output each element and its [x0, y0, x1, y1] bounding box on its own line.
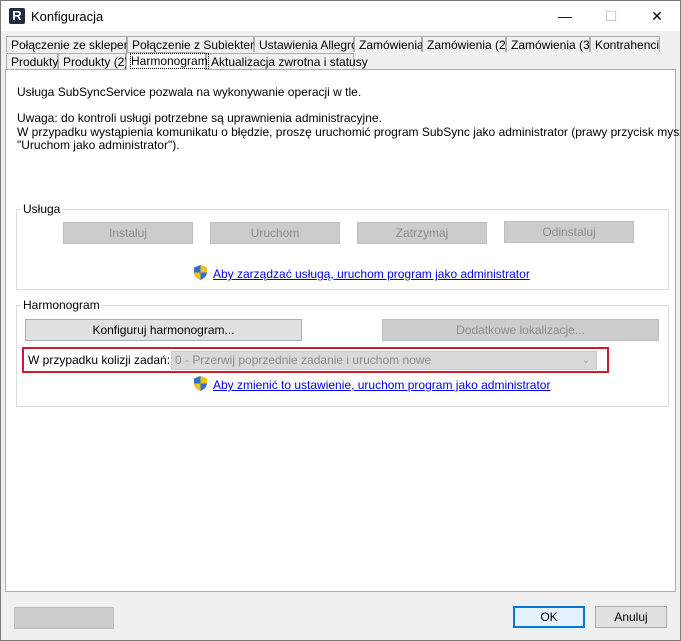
tab-orders[interactable]: Zamówienia — [354, 36, 424, 52]
tab-products-2[interactable]: Produkty (2) — [58, 53, 128, 69]
start-button[interactable]: Uruchom — [210, 222, 340, 244]
info-text-service: Usługa SubSyncService pozwala na wykonyw… — [17, 85, 362, 99]
stop-button[interactable]: Zatrzymaj — [357, 222, 487, 244]
minimize-button[interactable]: — — [542, 1, 588, 31]
tab-contractors[interactable]: Kontrahenci — [590, 36, 660, 52]
schedule-group-label: Harmonogram — [21, 298, 102, 312]
cancel-button[interactable]: Anuluj — [595, 606, 667, 628]
tab-feedback-update[interactable]: Aktualizacja zwrotna i statusy — [206, 53, 368, 69]
footer-disabled-button — [14, 607, 114, 629]
additional-locations-button[interactable]: Dodatkowe lokalizacje... — [382, 319, 659, 341]
schedule-group: Harmonogram Konfiguruj harmonogram... Do… — [16, 298, 669, 407]
window-title: Konfiguracja — [31, 9, 104, 24]
tab-orders-3[interactable]: Zamówienia (3) — [506, 36, 594, 52]
uac-shield-icon — [194, 376, 207, 391]
configure-schedule-button[interactable]: Konfiguruj harmonogram... — [25, 319, 302, 341]
tab-orders-2[interactable]: Zamówienia (2) — [422, 36, 510, 52]
install-button[interactable]: Instaluj — [63, 222, 193, 244]
conflict-strategy-select[interactable]: 0 - Przerwij poprzednie zadanie i urucho… — [171, 351, 597, 370]
service-admin-link[interactable]: Aby zarządzać usługą, uruchom program ja… — [213, 267, 530, 281]
configuration-window: R Konfiguracja — ☐ ✕ Połączenie ze sklep… — [0, 0, 681, 641]
ok-button[interactable]: OK — [513, 606, 585, 628]
info-text-admin-warning: Uwaga: do kontroli usługi potrzebne są u… — [17, 111, 382, 125]
schedule-tab-panel: Usługa SubSyncService pozwala na wykonyw… — [5, 69, 680, 592]
service-group-label: Usługa — [21, 202, 63, 216]
tab-schedule[interactable]: Harmonogram — [126, 52, 209, 70]
uninstall-button[interactable]: Odinstaluj — [504, 221, 634, 243]
tab-products[interactable]: Produkty — [6, 53, 58, 69]
app-logo-icon: R — [9, 8, 25, 24]
conflict-strategy-value: 0 - Przerwij poprzednie zadanie i urucho… — [175, 353, 432, 367]
info-text-error-hint: W przypadku wystąpienia komunikatu o błę… — [17, 125, 681, 139]
maximize-button: ☐ — [604, 8, 618, 24]
info-text-run-as-admin: "Uruchom jako administrator"). — [17, 138, 180, 152]
chevron-down-icon: ⌄ — [581, 355, 590, 366]
tab-subiekt-connection[interactable]: Połączenie z Subiektem — [127, 36, 260, 52]
service-group: Usługa Instaluj Uruchom Zatrzymaj Odinst… — [16, 202, 669, 290]
uac-shield-icon — [194, 265, 207, 280]
title-bar[interactable]: R Konfiguracja — ☐ ✕ — [1, 1, 680, 31]
schedule-admin-link[interactable]: Aby zmienić to ustawienie, uruchom progr… — [213, 378, 550, 392]
tab-shop-connection[interactable]: Połączenie ze sklepem — [6, 36, 134, 52]
close-button[interactable]: ✕ — [634, 1, 680, 31]
conflict-label: W przypadku kolizji zadań: — [28, 353, 171, 367]
tab-allegro-settings[interactable]: Ustawienia Allegro — [254, 36, 358, 52]
